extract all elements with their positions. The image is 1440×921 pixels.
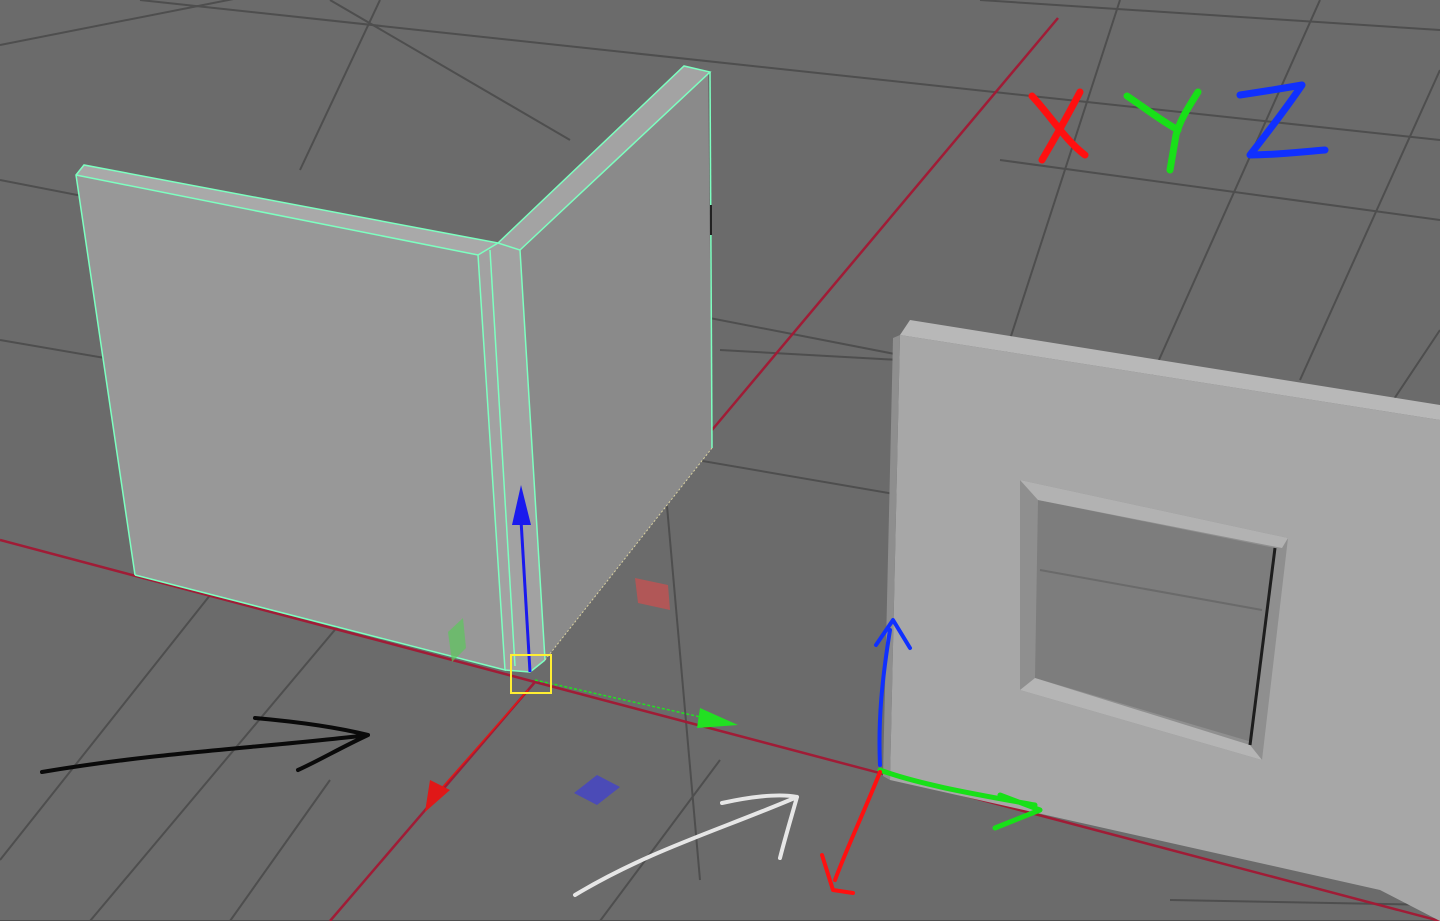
viewport-canvas[interactable] bbox=[0, 0, 1440, 921]
maya-3d-viewport[interactable] bbox=[0, 0, 1440, 921]
